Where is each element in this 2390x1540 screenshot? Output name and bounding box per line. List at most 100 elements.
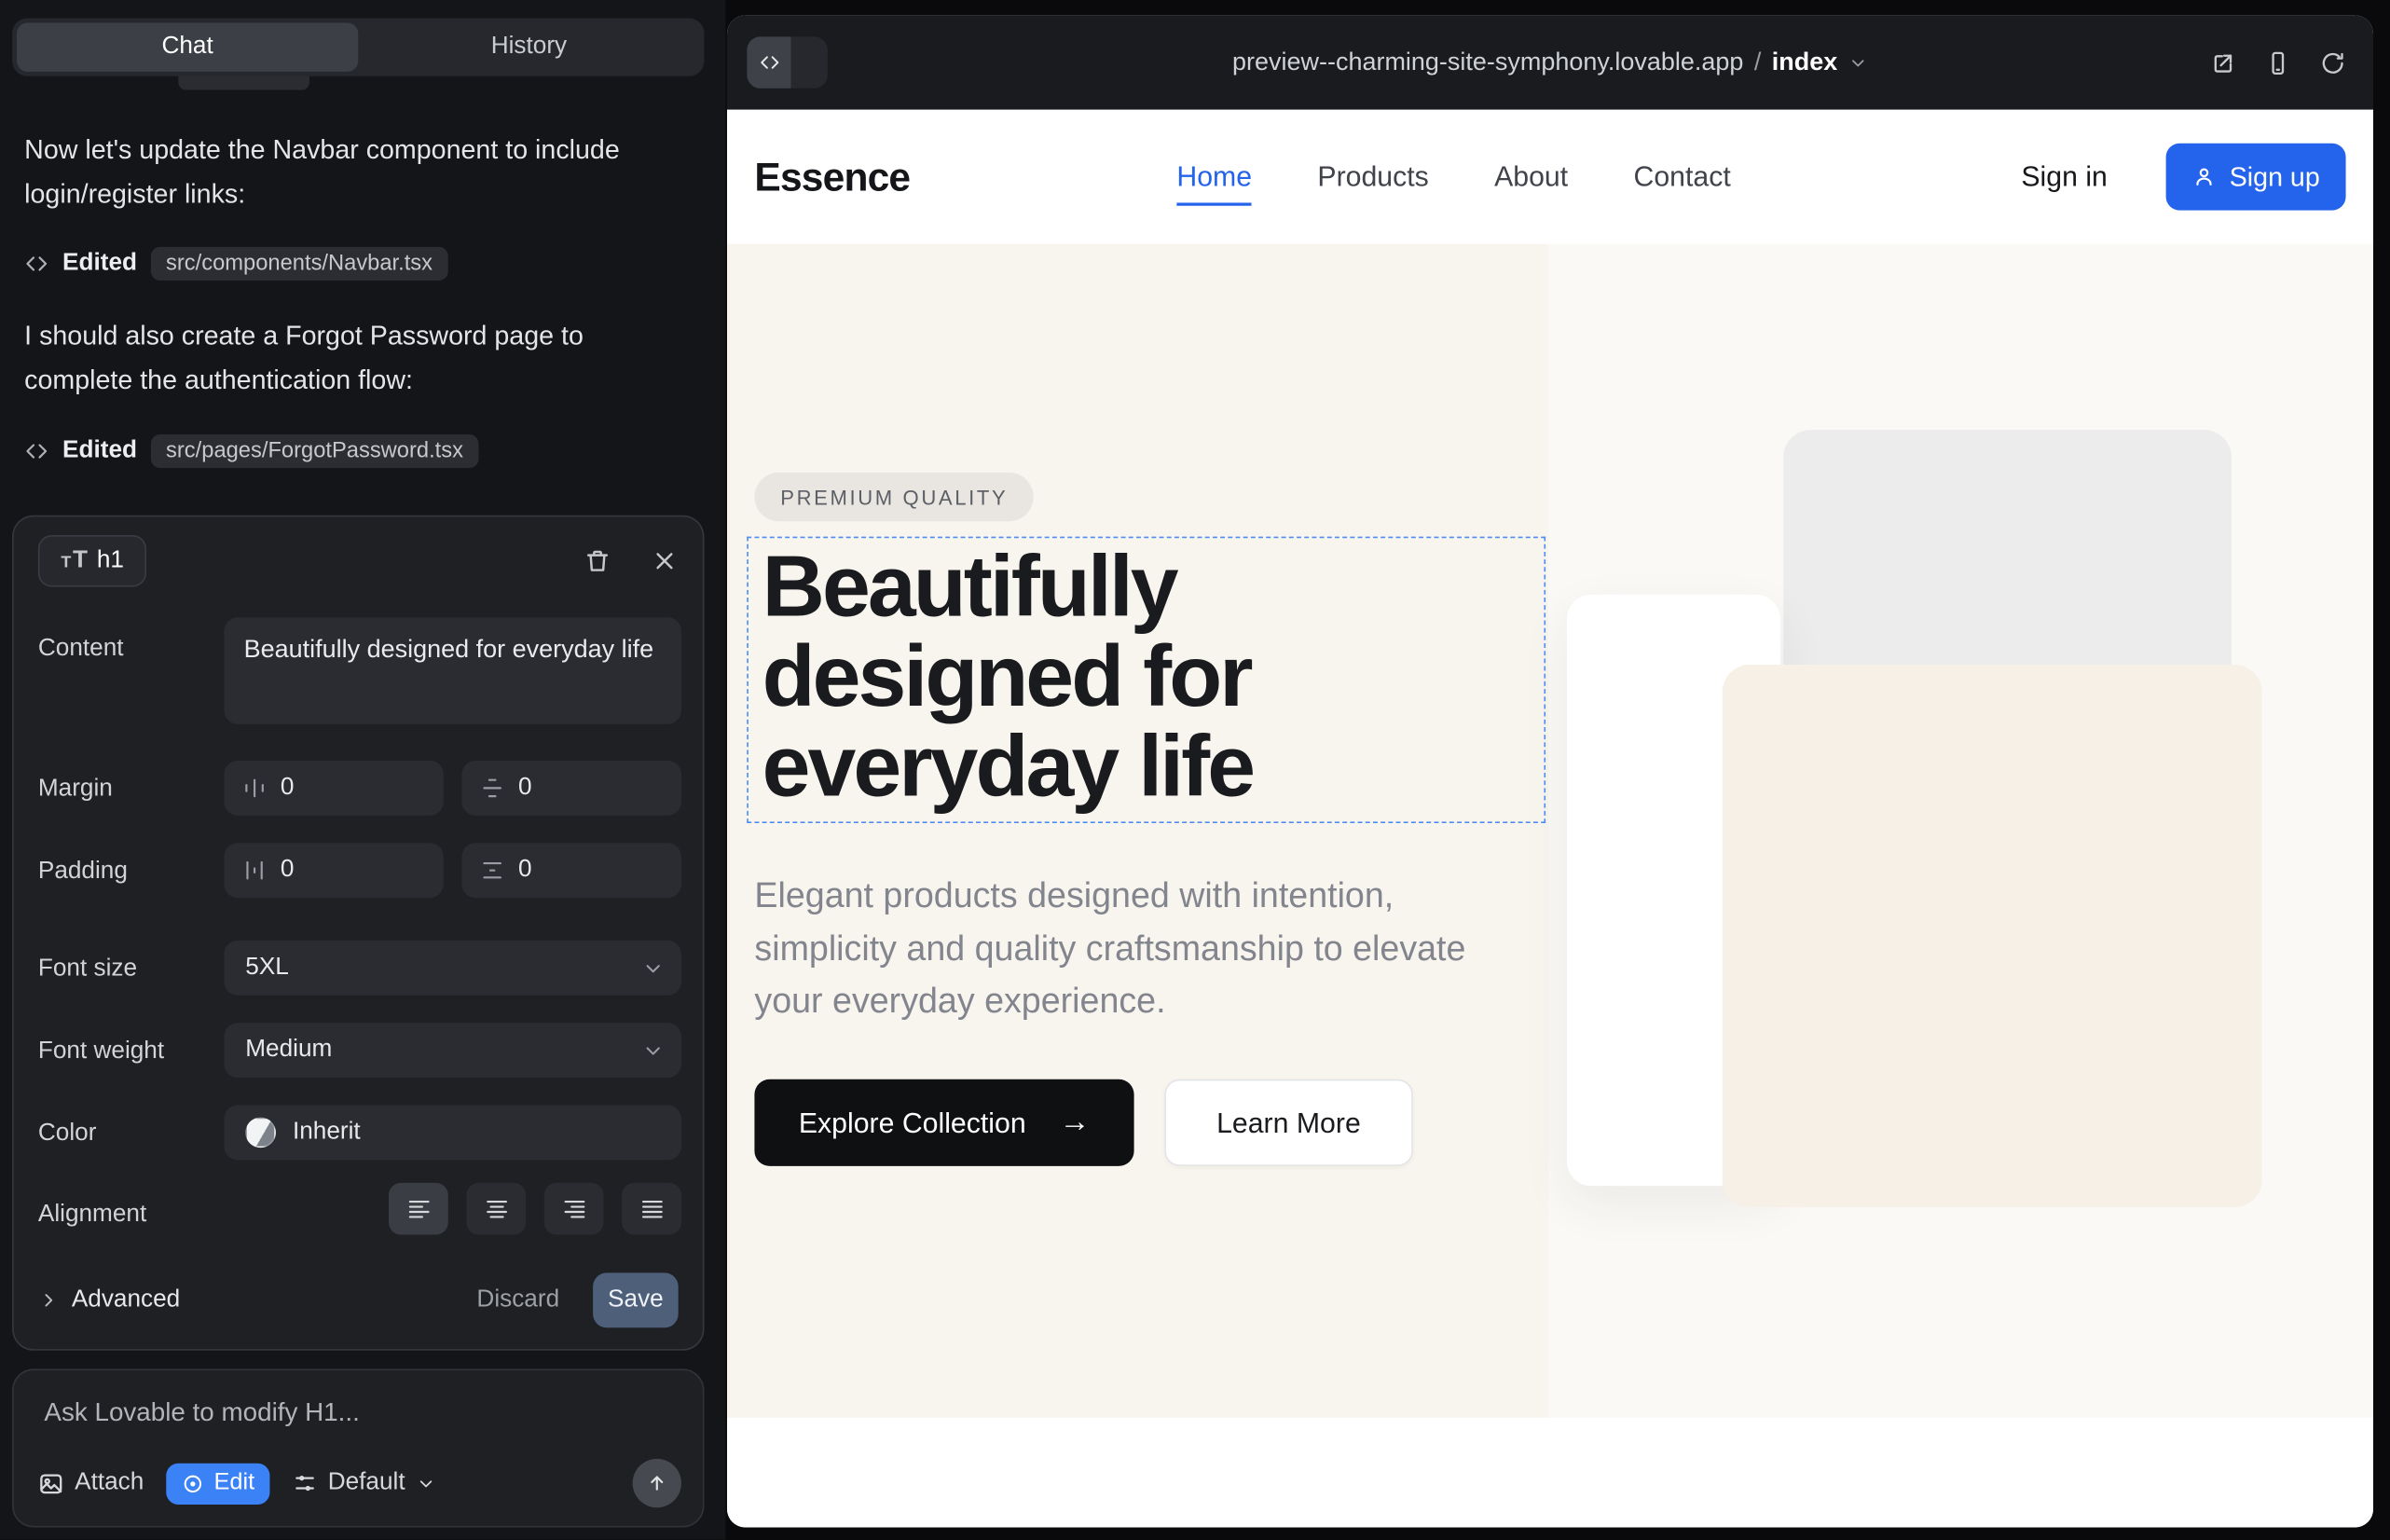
site-nav-actions: Sign in Sign up	[2021, 110, 2345, 244]
user-icon	[2191, 165, 2216, 189]
assistant-message: I should also create a Forgot Password p…	[24, 314, 665, 403]
padding-x-input[interactable]: 0	[224, 843, 443, 898]
sign-up-label: Sign up	[2230, 161, 2320, 193]
attach-button[interactable]: Attach	[38, 1469, 144, 1496]
sign-in-link[interactable]: Sign in	[2021, 160, 2108, 194]
hero-cta-row: Explore Collection → Learn More	[754, 1079, 1412, 1166]
default-label: Default	[328, 1469, 405, 1496]
margin-y-value: 0	[518, 775, 532, 802]
hero-shape-beige	[1723, 665, 2262, 1207]
margin-y-input[interactable]: 0	[461, 761, 680, 816]
font-weight-label: Font weight	[38, 1038, 164, 1066]
discard-button[interactable]: Discard	[476, 1286, 559, 1313]
model-default-selector[interactable]: Default	[293, 1469, 435, 1496]
sliders-icon	[293, 1471, 317, 1495]
image-icon	[38, 1470, 64, 1496]
tab-chat[interactable]: Chat	[17, 23, 358, 72]
font-size-select[interactable]: 5XL	[224, 941, 681, 996]
editor-header: TT h1	[38, 535, 679, 587]
font-weight-select[interactable]: Medium	[224, 1023, 681, 1078]
chevron-down-icon	[641, 1038, 665, 1062]
advanced-toggle[interactable]: Advanced	[38, 1286, 180, 1313]
chevron-down-icon	[1848, 52, 1868, 72]
site-canvas: Essence Home Products About Contact Sign…	[727, 110, 2373, 1528]
hero-background-cream	[727, 244, 1548, 1418]
composer-input[interactable]	[44, 1397, 668, 1443]
align-justify-button[interactable]	[622, 1183, 681, 1235]
assistant-message: Now let's update the Navbar component to…	[24, 128, 665, 216]
align-left-button[interactable]	[389, 1183, 448, 1235]
chevron-down-icon	[416, 1473, 435, 1492]
save-button[interactable]: Save	[593, 1272, 679, 1327]
selected-h1-element[interactable]: Beautifully designed for everyday life	[747, 537, 1545, 823]
tab-history[interactable]: History	[358, 23, 699, 72]
align-center-button[interactable]	[466, 1183, 526, 1235]
preview-toolbar-actions	[2210, 49, 2346, 76]
composer-toolbar: Attach Edit De	[38, 1459, 681, 1507]
margin-label: Margin	[38, 776, 113, 803]
cta-primary-label: Explore Collection	[799, 1106, 1026, 1139]
learn-more-button[interactable]: Learn More	[1164, 1079, 1412, 1166]
mobile-view-icon[interactable]	[2265, 49, 2291, 76]
alignment-label: Alignment	[38, 1202, 146, 1229]
color-select[interactable]: Inherit	[224, 1106, 681, 1161]
hero-paragraph: Elegant products designed with intention…	[754, 869, 1471, 1026]
element-editor-panel: TT h1 Content Beautifully designed for e…	[12, 516, 704, 1351]
selected-element-tag: TT h1	[38, 535, 147, 587]
font-size-label: Font size	[38, 956, 137, 983]
color-label: Color	[38, 1121, 97, 1148]
close-icon[interactable]	[651, 547, 678, 574]
preview-toolbar: preview--charming-site-symphony.lovable.…	[727, 15, 2373, 109]
content-input[interactable]: Beautifully designed for everyday life	[224, 617, 681, 723]
edit-mode-button[interactable]: Edit	[167, 1463, 270, 1504]
nav-link-products[interactable]: Products	[1317, 160, 1428, 194]
color-value: Inherit	[293, 1119, 361, 1146]
chat-composer: Attach Edit De	[12, 1368, 704, 1527]
app-stage: Chat History Now let's update the Navbar…	[0, 0, 2390, 1540]
arrow-up-icon	[645, 1471, 669, 1495]
chevron-down-icon	[641, 956, 665, 980]
content-label: Content	[38, 636, 124, 663]
arrow-right-icon: →	[1060, 1106, 1091, 1141]
site-brand[interactable]: Essence	[754, 110, 910, 244]
trash-icon[interactable]	[584, 547, 611, 574]
site-navbar: Essence Home Products About Contact Sign…	[727, 110, 2373, 244]
padding-label: Padding	[38, 859, 128, 886]
open-external-icon[interactable]	[2210, 49, 2236, 76]
chat-panel: Chat History Now let's update the Navbar…	[0, 0, 725, 1540]
sign-up-button[interactable]: Sign up	[2165, 144, 2346, 211]
site-nav-links: Home Products About Contact	[1176, 110, 1730, 244]
nav-link-home[interactable]: Home	[1176, 160, 1252, 206]
code-view-toggle[interactable]	[747, 36, 828, 89]
alignment-buttons	[224, 1183, 681, 1235]
edit-label: Edit	[214, 1469, 255, 1496]
margin-y-icon	[480, 776, 504, 800]
preview-page-name: index	[1772, 48, 1837, 77]
code-icon	[747, 36, 790, 89]
nav-link-about[interactable]: About	[1494, 160, 1568, 194]
explore-collection-button[interactable]: Explore Collection →	[754, 1079, 1133, 1166]
preview-url-selector[interactable]: preview--charming-site-symphony.lovable.…	[1232, 48, 1868, 77]
padding-y-value: 0	[518, 857, 532, 884]
edited-file-row: Edited src/components/Navbar.tsx	[24, 244, 447, 284]
editor-footer: Advanced Discard Save	[38, 1272, 679, 1327]
padding-y-icon	[480, 859, 504, 883]
color-swatch	[245, 1118, 276, 1148]
preview-window: preview--charming-site-symphony.lovable.…	[727, 15, 2373, 1527]
padding-x-value: 0	[281, 857, 295, 884]
margin-x-value: 0	[281, 775, 295, 802]
edited-file-badge[interactable]: src/components/Navbar.tsx	[151, 247, 448, 281]
refresh-icon[interactable]	[2320, 49, 2346, 76]
padding-x-icon	[242, 859, 267, 883]
padding-y-input[interactable]: 0	[461, 843, 680, 898]
hero-heading: Beautifully designed for everyday life	[749, 538, 1545, 817]
nav-link-contact[interactable]: Contact	[1634, 160, 1731, 194]
send-button[interactable]	[633, 1459, 681, 1507]
url-separator: /	[1754, 48, 1762, 77]
edited-file-badge[interactable]: src/pages/ForgotPassword.tsx	[151, 434, 479, 468]
edited-file-row: Edited src/pages/ForgotPassword.tsx	[24, 432, 478, 472]
align-right-button[interactable]	[544, 1183, 604, 1235]
margin-x-input[interactable]: 0	[224, 761, 443, 816]
hero-badge: PREMIUM QUALITY	[754, 473, 1034, 521]
focus-icon	[182, 1472, 205, 1495]
